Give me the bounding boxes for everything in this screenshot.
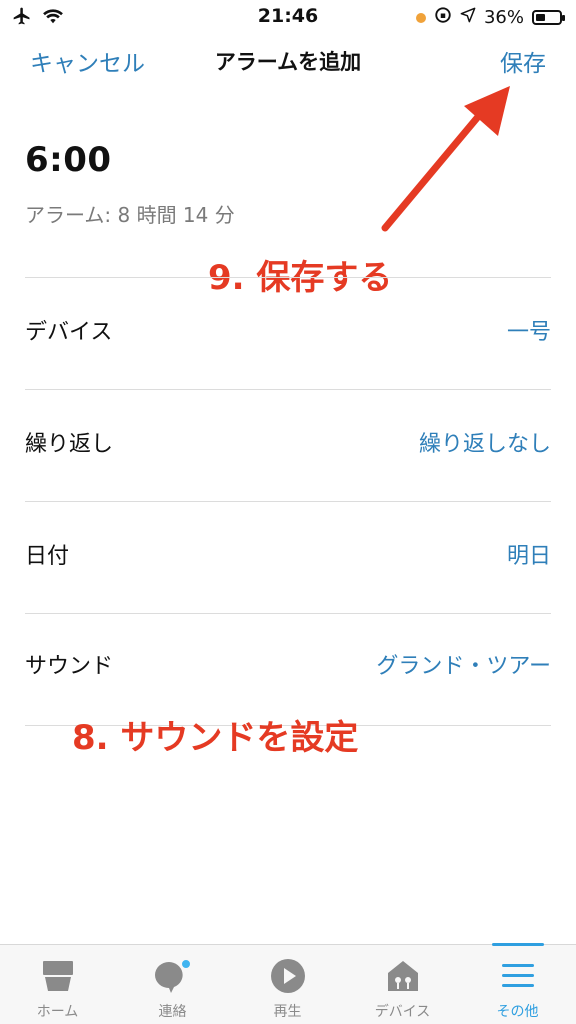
status-bar: 21:46 36% (0, 0, 576, 34)
nav-bar: キャンセル アラームを追加 保存 (0, 34, 576, 84)
home-icon (0, 957, 115, 995)
row-date-label: 日付 (25, 544, 70, 569)
active-tab-indicator (492, 943, 544, 946)
rotation-lock-icon (434, 6, 452, 29)
row-repeat[interactable]: 繰り返し 繰り返しなし (25, 390, 551, 500)
row-device-value[interactable]: 一号 (507, 314, 551, 346)
row-repeat-label: 繰り返し (25, 432, 114, 457)
row-sound[interactable]: サウンド グランド・ツアー (25, 614, 551, 724)
chat-icon (115, 957, 230, 995)
tab-communicate-label: 連絡 (158, 1004, 187, 1020)
battery-percent: 36% (483, 7, 524, 28)
row-repeat-value[interactable]: 繰り返しなし (419, 426, 551, 458)
row-sound-label: サウンド (25, 654, 114, 679)
alarm-time[interactable]: 6:00 (25, 140, 112, 180)
row-date[interactable]: 日付 明日 (25, 502, 551, 612)
tab-more-label: その他 (496, 1004, 539, 1020)
tab-devices-label: デバイス (374, 1004, 431, 1020)
tab-play-label: 再生 (273, 1004, 302, 1020)
tab-home-label: ホーム (36, 1004, 79, 1020)
row-device[interactable]: デバイス 一号 (25, 278, 551, 388)
tab-bar: ホーム 連絡 再生 デバイス その他 (0, 944, 576, 1024)
tab-devices[interactable]: デバイス (345, 945, 460, 1024)
location-icon (460, 7, 476, 28)
alarm-remaining: アラーム: 8 時間 14 分 (25, 203, 235, 227)
page-title: アラームを追加 (214, 50, 362, 74)
battery-icon (532, 10, 565, 25)
save-button[interactable]: 保存 (500, 44, 546, 78)
tab-communicate[interactable]: 連絡 (115, 945, 230, 1024)
row-device-label: デバイス (25, 320, 113, 345)
menu-icon (460, 957, 575, 995)
row-sound-value[interactable]: グランド・ツアー (376, 648, 551, 680)
devices-icon (345, 957, 460, 995)
tab-more[interactable]: その他 (460, 945, 575, 1024)
tab-home[interactable]: ホーム (0, 945, 115, 1024)
tab-play[interactable]: 再生 (230, 945, 345, 1024)
play-icon (230, 957, 345, 995)
arrow-annotation-icon (381, 86, 510, 232)
alarm-add-screen: 21:46 36% キャンセル アラームを追加 保存 6:00 アラーム: 8 … (0, 0, 576, 1024)
annotation-step-8: 8. サウンドを設定 (72, 718, 359, 758)
row-date-value[interactable]: 明日 (507, 538, 551, 570)
status-right: 36% (415, 6, 565, 29)
mic-indicator-dot (415, 12, 426, 23)
